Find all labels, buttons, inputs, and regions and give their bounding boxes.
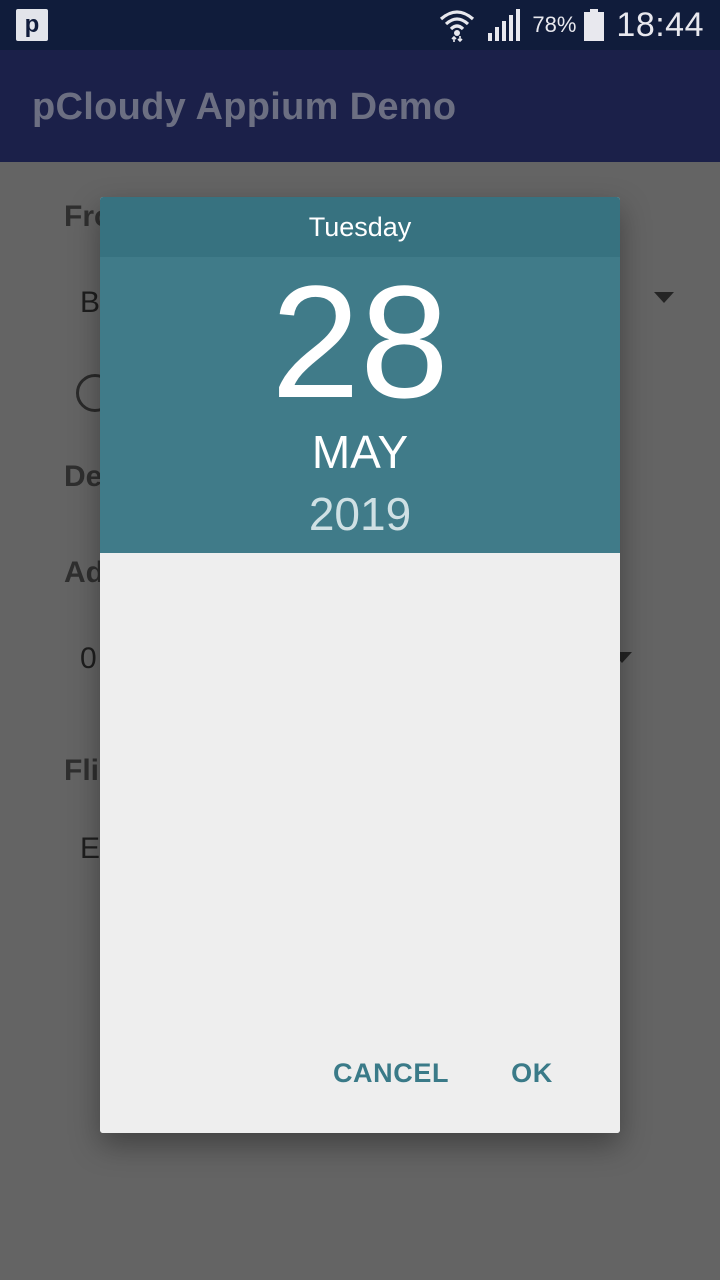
selected-year[interactable]: 2019 [100,487,620,541]
adults-spinner-value[interactable]: 0 [80,642,97,676]
signal-icon [488,9,521,41]
battery-icon [584,9,605,41]
cancel-button[interactable]: CANCEL [320,1033,462,1113]
status-indicators: 78% 18:44 [438,0,704,50]
status-clock: 18:44 [616,5,704,44]
selected-date-header: 28 MAY 2019 [100,257,620,553]
flight-field-value[interactable]: E [80,832,100,866]
dialog-actions: CANCEL OK [100,1033,620,1133]
selected-month[interactable]: MAY [100,425,620,479]
selected-day[interactable]: 28 [100,259,620,425]
flight-label: Fli [64,754,99,787]
screen: p 78% 18:44 pCloudy Appium Demo Fro B De… [0,0,720,1280]
from-dropdown-caret-icon[interactable] [654,292,674,303]
adults-label: Ad [64,556,104,589]
from-spinner-value[interactable]: B [80,286,100,320]
notification-icon-letter: p [24,11,40,38]
calendar-area[interactable]: CANCEL OK [100,553,620,1133]
pcloudy-notification-icon: p [16,9,48,41]
day-of-week-label: Tuesday [308,211,412,242]
day-of-week-header: Tuesday [100,197,620,257]
battery-percent: 78% [532,12,577,37]
date-picker-dialog: Tuesday 28 MAY 2019 CANCEL OK [100,197,620,1133]
app-title: pCloudy Appium Demo [32,86,457,128]
ok-button[interactable]: OK [494,1033,570,1113]
wifi-icon [440,10,475,43]
departure-label: De [64,460,103,493]
status-bar: p 78% 18:44 [0,0,720,50]
